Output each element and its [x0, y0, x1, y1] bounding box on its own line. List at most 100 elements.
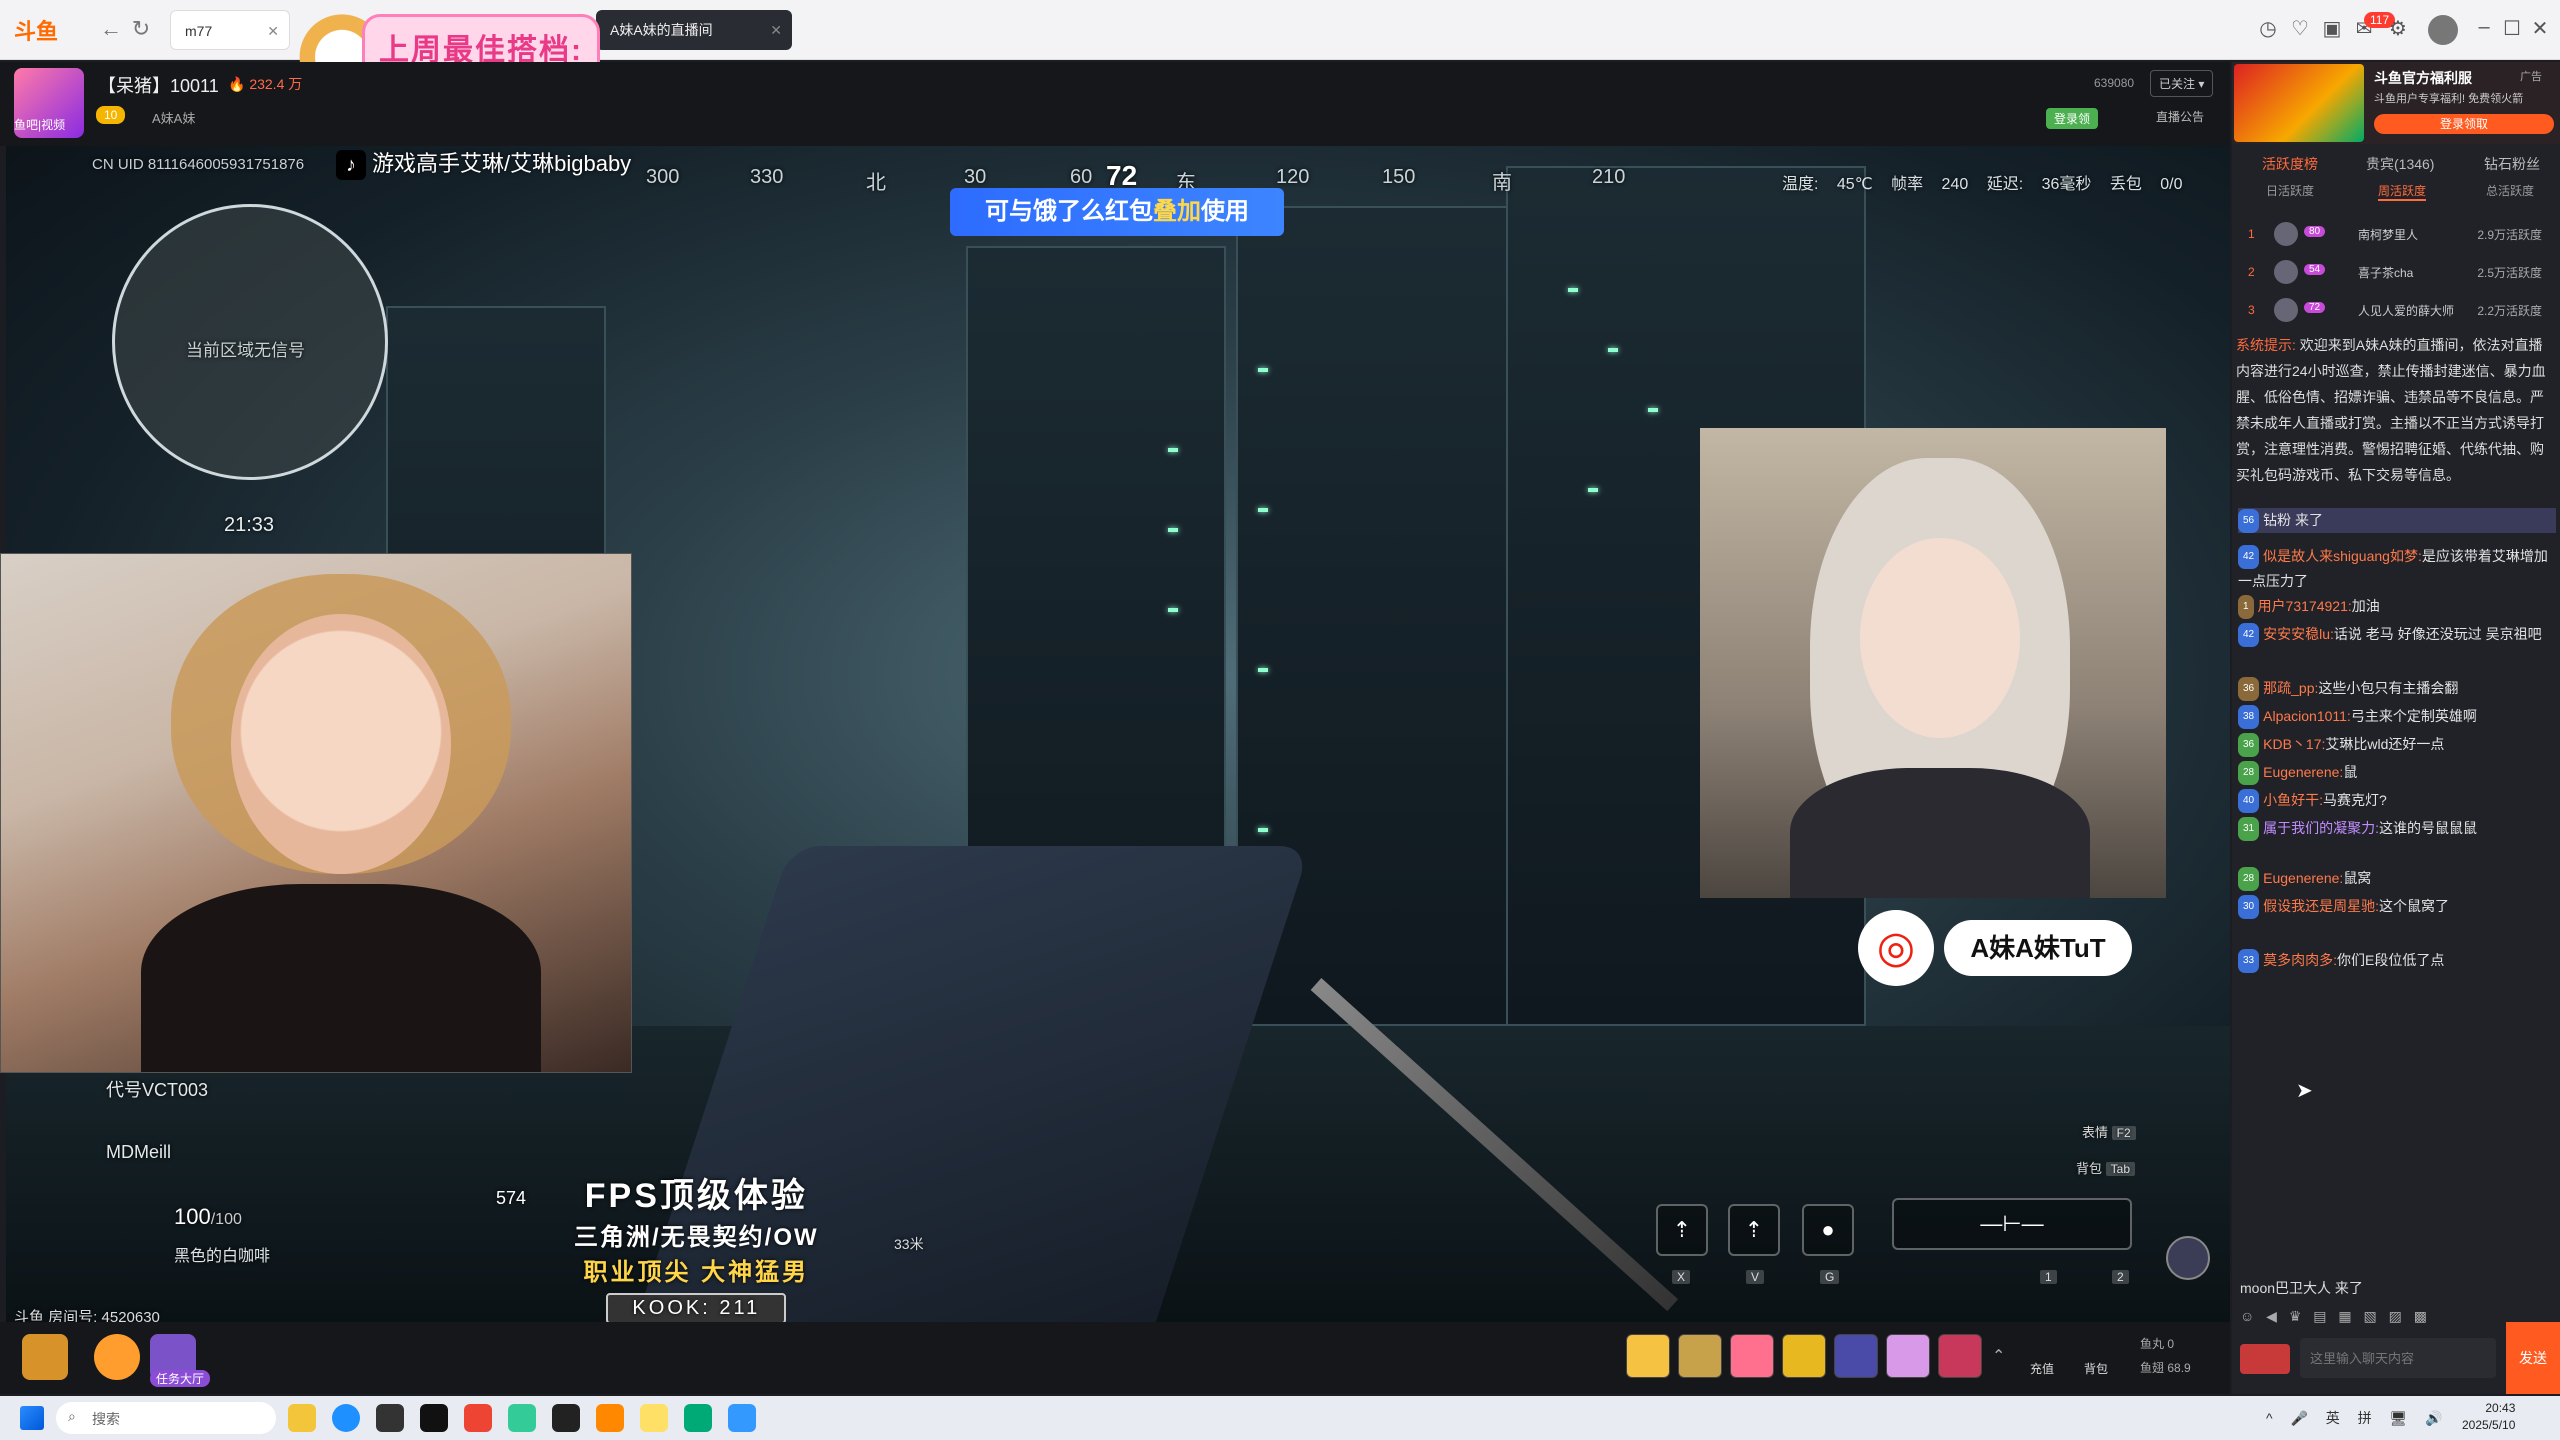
knife-slot-icon: —⊢— — [1892, 1198, 2132, 1250]
rank-row[interactable]: 2 54 喜子茶cha 2.5万活跃度 — [2240, 256, 2550, 290]
anchor-name[interactable]: A妹A妹 — [152, 108, 195, 127]
chat-message: 28 Eugenerene:鼠 — [2238, 760, 2556, 785]
app-icon[interactable] — [508, 1404, 536, 1432]
gift-firework-icon[interactable] — [1730, 1334, 1774, 1378]
recharge-button[interactable]: 充值 — [2030, 1360, 2054, 1377]
gift-banana-icon[interactable] — [1626, 1334, 1670, 1378]
ammo-count: 574 — [496, 1188, 527, 1208]
distance-marker: 33米 — [894, 1236, 924, 1252]
tab-vip[interactable]: 贵宾(1346) — [2366, 154, 2434, 174]
gift-castle-icon[interactable] — [1886, 1334, 1930, 1378]
gift-figure-icon[interactable] — [1834, 1334, 1878, 1378]
app-icon[interactable] — [464, 1404, 492, 1432]
fishball-icon[interactable] — [94, 1334, 140, 1380]
subtab-daily[interactable]: 日活跃度 — [2266, 182, 2314, 199]
equipment-slot-icon: ⇡ — [1728, 1204, 1780, 1256]
app-icon[interactable] — [640, 1404, 668, 1432]
gift-rocket-icon[interactable] — [1938, 1334, 1982, 1378]
avatar — [2274, 260, 2298, 284]
douyu-logo[interactable]: 斗鱼 — [14, 14, 58, 46]
settings-icon[interactable]: ⚙ — [2384, 16, 2412, 41]
match-timer: 21:33 — [224, 514, 275, 536]
teammate-name: MDMeill — [106, 1142, 171, 1162]
chat-message: 31 属于我们的凝聚力:这谁的号鼠鼠鼠 — [2238, 816, 2556, 841]
gift-helmet-icon[interactable] — [1678, 1334, 1722, 1378]
wallet-stats: 鱼丸 0 鱼翅 68.9 — [2140, 1337, 2191, 1375]
edge-icon[interactable] — [332, 1404, 360, 1432]
system-tray[interactable]: ^ 🎤 英 拼 🖥 🔊 — [2266, 1408, 2443, 1428]
close-icon[interactable]: ✕ — [267, 11, 279, 51]
history-icon[interactable]: ◷ — [2254, 16, 2282, 41]
performance-stats: 温度: 45℃ 帧率 240 延迟: 36毫秒 丢包 0/0 — [1782, 176, 2183, 193]
key-hint: 2 — [2112, 1270, 2129, 1284]
avatar-tag: 鱼吧|视频 — [14, 118, 66, 132]
tab-live-room[interactable]: A妹A妹的直播间 ✕ — [596, 10, 792, 50]
enter-notice: moon巴卫大人 来了 — [2240, 1280, 2363, 1296]
app-icon[interactable] — [684, 1404, 712, 1432]
expression-hint: 表情 F2 — [2082, 1122, 2136, 1141]
key-hint: V — [1746, 1270, 1765, 1284]
app-icon[interactable] — [376, 1404, 404, 1432]
ad-subtitle: 斗鱼用户专享福利! 免费领火箭 — [2374, 93, 2524, 105]
chat-tools[interactable]: ☺ ◀ ♛ ▤ ▦ ▧ ▨ ▩ — [2240, 1308, 2480, 1330]
calendar-icon[interactable]: ▣ — [2318, 16, 2346, 41]
hot-count: 🔥 232.4 万 — [228, 76, 303, 92]
chat-input[interactable] — [2300, 1338, 2496, 1378]
rank-tabs: 活跃度榜 贵宾(1346) 钻石粉丝 — [2232, 148, 2560, 178]
trophy-icon[interactable] — [22, 1334, 68, 1380]
user-avatar[interactable] — [2428, 15, 2458, 45]
taskbar-clock[interactable]: 20:43 2025/5/10 — [2462, 1400, 2515, 1434]
redpack-banner[interactable]: 可与饿了么红包叠加使用 — [950, 188, 1284, 236]
app-icon[interactable] — [420, 1404, 448, 1432]
close-window-icon[interactable]: ✕ — [2526, 16, 2554, 41]
fan-badge-icon[interactable] — [2240, 1344, 2290, 1374]
tab-activity[interactable]: 活跃度榜 — [2262, 154, 2318, 174]
send-button[interactable]: 发送 — [2506, 1322, 2560, 1394]
equipment-slot-icon: ⇡ — [1656, 1204, 1708, 1256]
signin-reward-button[interactable]: 登录领 — [2046, 108, 2099, 129]
chat-message: 38 Alpacion1011:弓主来个定制英雄啊 — [2238, 704, 2556, 729]
minimize-icon[interactable]: – — [2470, 16, 2498, 39]
sidebar-ad[interactable]: 斗鱼官方福利服 斗鱼用户专享福利! 免费领火箭 登录领取 广告 — [2232, 62, 2560, 144]
team-list: 代号VCT003 MDMeill — [106, 1076, 208, 1173]
gift-ticket-icon[interactable] — [1782, 1334, 1826, 1378]
rank-row[interactable]: 1 80 南柯梦里人 2.9万活跃度 — [2240, 218, 2550, 252]
facecam-left — [0, 553, 632, 1073]
app-icon[interactable] — [552, 1404, 580, 1432]
ad-image[interactable] — [2234, 64, 2364, 142]
refresh-icon[interactable]: ↻ — [128, 16, 154, 42]
tab-diamond-fans[interactable]: 钻石粉丝 — [2484, 154, 2540, 174]
health-value: 100/100 — [174, 1204, 242, 1229]
subtab-total[interactable]: 总活跃度 — [2486, 182, 2534, 199]
promo-overlay: FPS顶级体验 三角洲/无畏契约/OW 职业顶尖 大神猛男 KOOK: 211 — [574, 1168, 819, 1322]
floating-assist-icon[interactable] — [2166, 1236, 2210, 1280]
backpack-button[interactable]: 背包 — [2084, 1360, 2108, 1377]
key-hint: X — [1672, 1270, 1691, 1284]
teammate-name: 代号VCT003 — [106, 1080, 209, 1100]
app-icon[interactable] — [728, 1404, 756, 1432]
follow-button[interactable]: 已关注 ▾ — [2150, 70, 2214, 97]
back-icon[interactable]: ← — [98, 16, 124, 42]
task-hall-label[interactable]: 任务大厅 — [150, 1370, 211, 1387]
grenade-slot-icon: ● — [1802, 1204, 1854, 1256]
taskbar-search[interactable]: ⌕ 搜索 — [56, 1402, 276, 1434]
rank-row[interactable]: 3 72 人见人爱的薛大师 2.2万活跃度 — [2240, 294, 2550, 328]
netease-music-icon: ◎ — [1858, 910, 1934, 986]
tab-search[interactable]: m77 ✕ — [170, 10, 290, 50]
player-uid: CN UID 8111646005931751876 — [92, 156, 305, 173]
chevron-up-icon[interactable]: ⌃ — [1992, 1346, 2005, 1366]
windows-start-icon[interactable] — [20, 1406, 44, 1430]
maximize-icon[interactable]: ☐ — [2498, 16, 2526, 41]
file-explorer-icon[interactable] — [288, 1404, 316, 1432]
subtab-weekly[interactable]: 周活跃度 — [2378, 182, 2427, 201]
mouse-cursor-icon: ➤ — [2296, 1080, 2313, 1102]
ad-claim-button[interactable]: 登录领取 — [2374, 114, 2554, 134]
chat-message: 36 KDB丶17:艾琳比wld还好一点 — [2238, 732, 2556, 757]
chat-message: 1 用户73174921:加油 — [2238, 594, 2556, 619]
ad-title: 斗鱼官方福利服 — [2374, 70, 2472, 86]
douyu-taskbar-icon[interactable] — [596, 1404, 624, 1432]
windows-taskbar: ⌕ 搜索 ^ 🎤 英 拼 🖥 🔊 20:43 2025/5/10 — [0, 1396, 2560, 1440]
close-icon[interactable]: ✕ — [770, 10, 782, 50]
heart-icon[interactable]: ♡ — [2286, 16, 2314, 41]
announcement-button[interactable]: 直播公告 — [2156, 108, 2204, 125]
